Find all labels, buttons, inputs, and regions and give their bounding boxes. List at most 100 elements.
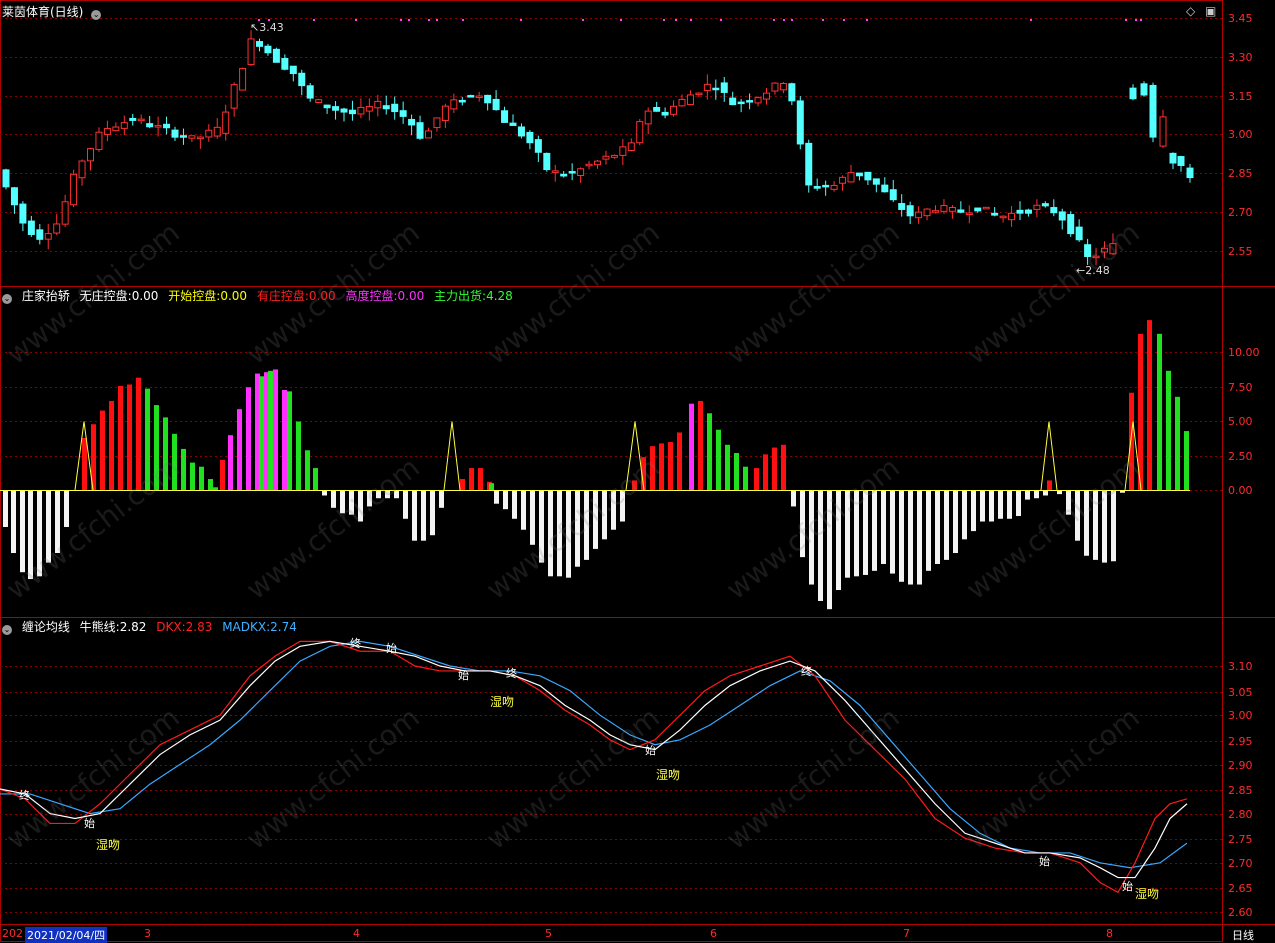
histogram-bar: [1147, 320, 1152, 490]
histogram-bar: [863, 490, 868, 575]
histogram-bar: [460, 479, 465, 490]
histogram-bar: [881, 490, 886, 564]
signal-dot: [822, 19, 824, 21]
histogram-bar: [64, 490, 69, 527]
legend-label-3: MADKX:: [222, 620, 271, 634]
histogram-bar: [228, 435, 233, 490]
candle-body: [991, 212, 999, 216]
collapse-icon[interactable]: ⌄: [91, 10, 102, 20]
diamond-icon[interactable]: ◇: [1186, 4, 1195, 18]
signal-dot: [720, 19, 722, 21]
y-tick-zhuang: 7.50: [1228, 381, 1253, 394]
candle-body: [1101, 247, 1108, 253]
legend-value-1: 0.00: [131, 289, 159, 303]
candle-body: [847, 172, 855, 183]
histogram-bar: [118, 385, 123, 490]
start-marker: 始: [645, 744, 656, 757]
candle-body: [805, 142, 813, 186]
kiss-marker: 湿吻: [490, 695, 515, 709]
kiss-marker: 湿吻: [656, 768, 681, 782]
candle-body: [1050, 207, 1058, 214]
collapse-icon[interactable]: ⌄: [2, 625, 12, 635]
histogram-bar: [659, 443, 664, 490]
candle-body: [915, 211, 923, 219]
y-tick-chanlun: 3.00: [1228, 709, 1253, 722]
candle-body: [1041, 203, 1049, 207]
histogram-bar: [668, 442, 673, 490]
histogram-bar: [439, 490, 444, 508]
signal-dot: [843, 19, 845, 21]
candle-body: [399, 110, 407, 117]
candle-body: [813, 186, 821, 189]
legend-value-5: 4.28: [486, 289, 513, 303]
signal-dot: [408, 19, 410, 21]
period-label[interactable]: 日线: [1232, 927, 1254, 943]
histogram-bar: [1016, 490, 1021, 517]
histogram-bar: [845, 490, 850, 578]
collapse-icon[interactable]: ⌄: [2, 294, 12, 304]
signal-dot: [663, 19, 665, 21]
y-tick-price: 3.00: [1228, 128, 1253, 141]
candle-body: [653, 107, 661, 112]
legend-value-3: 0.00: [308, 289, 336, 303]
candle-body: [501, 110, 509, 123]
candle-body: [196, 136, 204, 140]
cursor-date-label[interactable]: 2021/02/04/四: [25, 927, 108, 943]
legend-value-2: 0.00: [220, 289, 248, 303]
candle-body: [517, 126, 525, 137]
histogram-bar: [259, 376, 264, 490]
candle-body: [948, 207, 956, 212]
histogram-bar: [698, 400, 703, 490]
signal-dot: [773, 19, 775, 21]
histogram-bar: [944, 490, 949, 560]
candle-body: [771, 82, 779, 92]
candle-body: [458, 99, 466, 103]
start-marker: 始: [84, 817, 95, 830]
legend-value-2: 2.83: [185, 620, 213, 634]
candle-body: [678, 98, 686, 107]
candle-body: [450, 99, 458, 110]
histogram-bar: [349, 490, 354, 515]
histogram-bar: [100, 410, 105, 490]
candle-body: [289, 65, 297, 75]
chart-canvas[interactable]: [0, 0, 1275, 943]
candle-body: [365, 106, 373, 112]
x-axis-month: 8: [1106, 927, 1113, 940]
legend-value-4: 0.00: [397, 289, 425, 303]
histogram-bar: [268, 370, 273, 490]
candle-body: [36, 229, 44, 240]
histogram-bar: [575, 490, 580, 567]
signal-dot: [690, 19, 692, 21]
histogram-bar: [412, 490, 417, 541]
candle-body: [830, 184, 838, 190]
candle-body: [44, 233, 52, 240]
histogram-bar: [754, 468, 759, 490]
chanlun-panel-header: ⌄ 缠论均线 牛熊线:2.82 DKX:2.83 MADKX:2.74: [2, 620, 303, 635]
candle-body: [348, 109, 356, 115]
histogram-bar: [478, 468, 483, 490]
candle-body: [965, 212, 973, 216]
y-tick-zhuang: 0.00: [1228, 484, 1253, 497]
histogram-bar: [1157, 333, 1162, 490]
candle-body: [670, 105, 678, 115]
candle-body: [103, 128, 111, 135]
candle-body: [163, 123, 171, 129]
candle-body: [585, 163, 593, 167]
signal-dot: [462, 19, 464, 21]
candle-body: [661, 111, 669, 116]
y-tick-chanlun: 3.05: [1228, 686, 1253, 699]
histogram-bar: [287, 391, 292, 490]
candle-body: [636, 121, 644, 144]
bull-bear-line: [0, 640, 1188, 879]
window-toggle-icon[interactable]: ▣: [1205, 4, 1216, 18]
candle-body: [602, 155, 610, 160]
candle-body: [188, 135, 196, 139]
price-panel-header: 莱茵体育(日线) ⌄: [2, 5, 107, 20]
histogram-bar: [781, 444, 786, 490]
candle-body: [1159, 116, 1167, 147]
candle-body: [957, 209, 965, 213]
histogram-bar: [593, 490, 598, 549]
histogram-bar: [1084, 490, 1089, 556]
candle-body: [534, 139, 542, 153]
histogram-bar: [109, 400, 114, 490]
